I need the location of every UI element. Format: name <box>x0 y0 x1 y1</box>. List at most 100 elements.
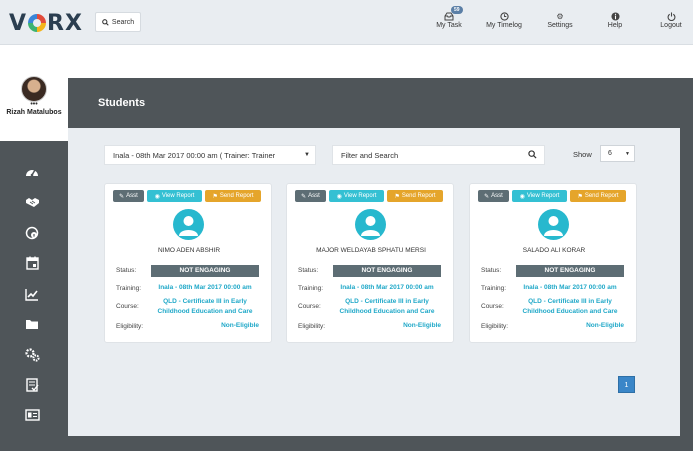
filter-search-input[interactable]: Filter and Search <box>332 145 545 165</box>
send-report-button[interactable]: ⚑ Send Report <box>205 190 261 202</box>
training-link[interactable]: Inala - 08th Mar 2017 00:00 am <box>151 283 259 293</box>
id-card-icon[interactable] <box>24 407 40 423</box>
view-report-button[interactable]: ◉ View Report <box>329 190 384 202</box>
eligibility-value: Non-Eligible <box>403 322 441 329</box>
nav-settings[interactable]: ⚙ Settings <box>534 12 586 29</box>
dashboard-icon[interactable] <box>24 164 40 180</box>
view-report-button[interactable]: ◉ View Report <box>147 190 202 202</box>
logo-letters-rx: RX <box>47 11 83 36</box>
search-icon <box>528 150 537 159</box>
gears-icon[interactable] <box>24 347 40 363</box>
chart-icon[interactable] <box>24 286 40 302</box>
course-value-line1[interactable]: QLD - Certificate III in Early <box>333 297 441 307</box>
nav-help-label: Help <box>607 22 623 29</box>
calendar-icon[interactable] <box>24 255 40 271</box>
nav-settings-label: Settings <box>547 22 573 29</box>
student-avatar <box>173 209 204 240</box>
eligibility-value: Non-Eligible <box>586 322 624 329</box>
filter-search-placeholder: Filter and Search <box>341 151 399 160</box>
training-label: Training: <box>298 285 324 292</box>
send-report-label: Send Report <box>401 193 436 199</box>
eye-icon: ◉ <box>154 193 160 200</box>
student-card: ✎ Asst ◉ View Report ⚑ Send Report SALADO A… <box>469 183 637 343</box>
view-report-label: View Report <box>343 193 377 199</box>
student-card: ✎ Asst ◉ View Report ⚑ Send Report NIMO ADE… <box>104 183 272 343</box>
nav-my-timelog[interactable]: My Timelog <box>478 12 530 29</box>
gear-icon: ⚙ <box>556 12 564 21</box>
user-profile[interactable]: ••• Rizah Matalubos <box>0 70 68 128</box>
student-name[interactable]: SALADO ALI KORAR <box>470 247 638 254</box>
student-name[interactable]: MAJOR WELDAYAB SPHATU MERSI <box>287 247 455 254</box>
student-name[interactable]: NIMO ADEN ABSHIR <box>105 247 273 254</box>
send-report-label: Send Report <box>219 193 254 199</box>
training-select-value: Inala - 08th Mar 2017 00:00 am ( Trainer… <box>113 151 276 160</box>
pagination-page-1[interactable]: 1 <box>618 376 635 393</box>
show-label: Show <box>573 150 592 159</box>
asst-button-label: Asst <box>126 193 138 199</box>
edit-icon: ✎ <box>484 193 490 200</box>
course-value-line1[interactable]: QLD - Certificate III in Early <box>516 297 624 307</box>
status-label: Status: <box>116 267 137 274</box>
send-report-button[interactable]: ⚑ Send Report <box>570 190 626 202</box>
search-button[interactable]: Search <box>95 12 141 32</box>
eligibility-label: Eligibility: <box>116 323 144 330</box>
page-title: Students <box>98 97 146 109</box>
eligibility-label: Eligibility: <box>298 323 326 330</box>
status-label: Status: <box>298 267 319 274</box>
view-report-label: View Report <box>161 193 195 199</box>
page-size-select[interactable]: 6 ▼ <box>600 145 635 162</box>
content-border-right <box>680 128 693 451</box>
checklist-icon[interactable] <box>24 377 40 393</box>
asst-button[interactable]: ✎ Asst <box>478 190 509 202</box>
course-value-line2[interactable]: Childhood Education and Care <box>151 307 259 317</box>
send-report-button[interactable]: ⚑ Send Report <box>387 190 443 202</box>
chevron-down-icon: ▼ <box>625 151 630 157</box>
content-border-bottom <box>68 436 693 451</box>
profile-name: Rizah Matalubos <box>6 109 62 116</box>
nav-my-task-label: My Task <box>436 22 462 29</box>
flag-icon: ⚑ <box>394 193 400 200</box>
chevron-down-icon: ▼ <box>304 152 310 158</box>
top-bar: V RX Search 59 My Task My Timelog ⚙ Setti… <box>0 0 693 45</box>
nav-help[interactable]: Help <box>589 12 641 29</box>
user-icon <box>179 216 198 236</box>
course-label: Course: <box>298 303 321 310</box>
info-icon <box>589 12 641 22</box>
info-settings-icon[interactable] <box>24 225 40 241</box>
training-link[interactable]: Inala - 08th Mar 2017 00:00 am <box>516 283 624 293</box>
edit-icon: ✎ <box>301 193 307 200</box>
status-badge: NOT ENGAGING <box>333 265 441 277</box>
eligibility-label: Eligibility: <box>481 323 509 330</box>
inbox-icon <box>423 12 475 22</box>
training-link[interactable]: Inala - 08th Mar 2017 00:00 am <box>333 283 441 293</box>
vorx-logo[interactable]: V RX <box>9 11 83 36</box>
course-value-line1[interactable]: QLD - Certificate III in Early <box>151 297 259 307</box>
students-panel: Inala - 08th Mar 2017 00:00 am ( Trainer… <box>68 128 680 436</box>
training-select[interactable]: Inala - 08th Mar 2017 00:00 am ( Trainer… <box>104 145 316 165</box>
power-icon <box>645 12 693 22</box>
course-value-line2[interactable]: Childhood Education and Care <box>333 307 441 317</box>
asst-button[interactable]: ✎ Asst <box>113 190 144 202</box>
folder-icon[interactable] <box>24 316 40 332</box>
avatar <box>21 76 47 102</box>
view-report-label: View Report <box>526 193 560 199</box>
asst-button[interactable]: ✎ Asst <box>295 190 326 202</box>
profile-menu-dots[interactable]: ••• <box>0 101 68 108</box>
student-avatar <box>355 209 386 240</box>
search-button-label: Search <box>111 18 135 26</box>
nav-logout[interactable]: Logout <box>645 12 693 29</box>
search-icon <box>102 18 109 26</box>
student-avatar <box>538 209 569 240</box>
status-label: Status: <box>481 267 502 274</box>
course-label: Course: <box>116 303 139 310</box>
nav-my-timelog-label: My Timelog <box>486 22 522 29</box>
view-report-button[interactable]: ◉ View Report <box>512 190 567 202</box>
student-card: ✎ Asst ◉ View Report ⚑ Send Report MAJOR WE… <box>286 183 454 343</box>
handshake-icon[interactable] <box>24 194 40 210</box>
send-report-label: Send Report <box>584 193 619 199</box>
training-label: Training: <box>116 285 142 292</box>
user-icon <box>544 216 563 236</box>
nav-my-task[interactable]: 59 My Task <box>423 6 475 29</box>
course-value-line2[interactable]: Childhood Education and Care <box>516 307 624 317</box>
edit-icon: ✎ <box>119 193 125 200</box>
